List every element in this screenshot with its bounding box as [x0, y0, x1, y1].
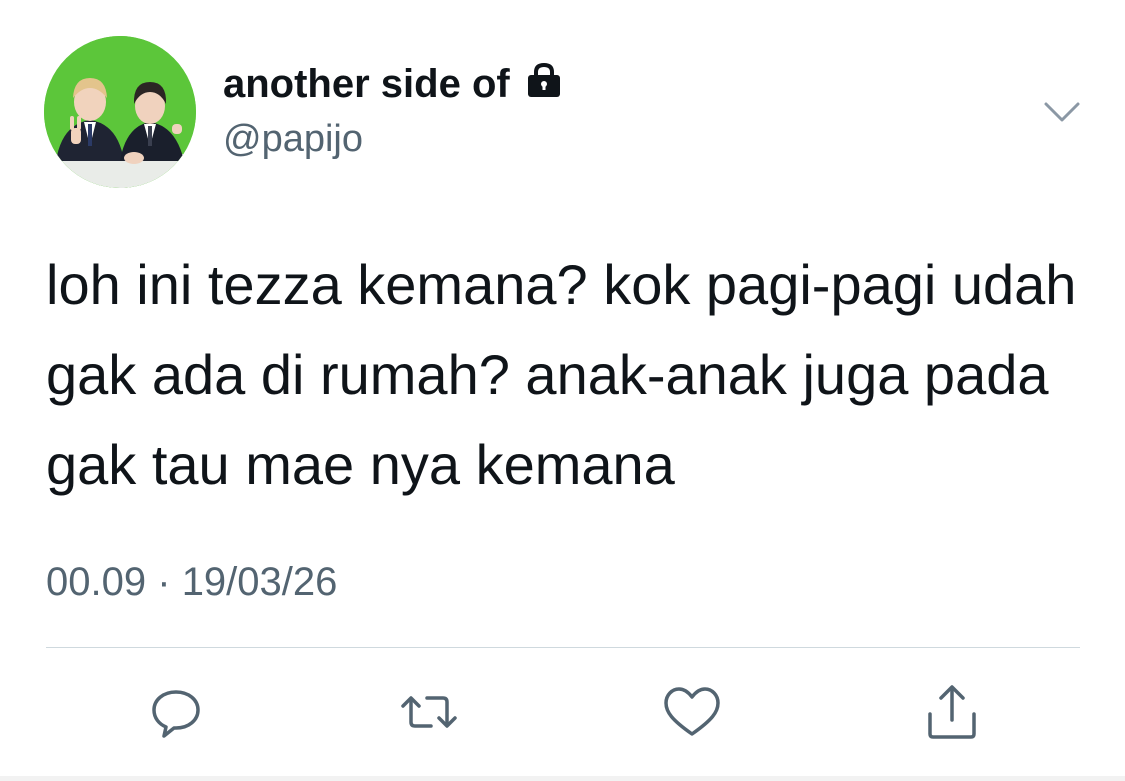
bottom-edge [0, 776, 1125, 781]
reply-button[interactable] [144, 680, 208, 744]
retweet-button[interactable] [397, 680, 461, 744]
heart-icon [664, 687, 720, 736]
chevron-down-icon[interactable] [1042, 96, 1082, 126]
share-button[interactable] [920, 680, 984, 744]
lock-icon [524, 62, 564, 105]
reply-icon [152, 690, 200, 738]
share-icon [928, 685, 976, 739]
tweet-date: 19/03/26 [181, 560, 338, 604]
like-button[interactable] [660, 680, 724, 744]
display-name[interactable]: another side of [223, 62, 564, 105]
timestamp-separator: · [157, 560, 171, 604]
user-handle[interactable]: @papijo [223, 120, 363, 158]
display-name-text: another side of [223, 61, 510, 106]
tweet-time: 00.09 [46, 560, 147, 604]
tweet-text: loh ini tezza kemana? kok pagi-pagi udah… [46, 253, 1077, 496]
retweet-icon [401, 696, 457, 728]
avatar-image [44, 36, 196, 188]
tweet-timestamp[interactable]: 00.09 · 19/03/26 [46, 562, 337, 602]
avatar[interactable] [44, 36, 196, 188]
divider [46, 647, 1080, 648]
